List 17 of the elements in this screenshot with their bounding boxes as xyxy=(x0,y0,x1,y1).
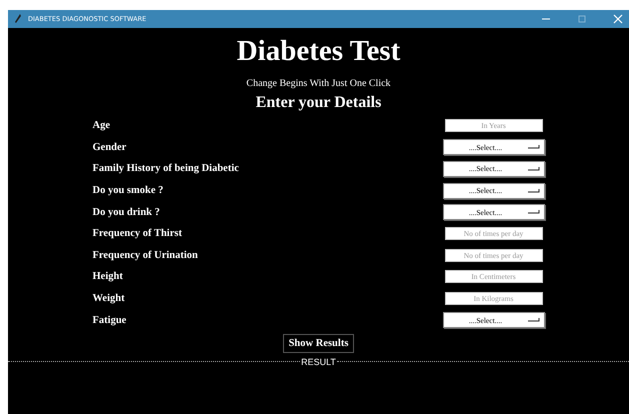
field-label: Do you drink ? xyxy=(92,206,160,218)
app-heading: Diabetes Test xyxy=(236,34,400,68)
feather-icon xyxy=(14,14,22,24)
field-label: Frequency of Thirst xyxy=(92,228,182,240)
field-label: Age xyxy=(92,120,110,132)
field-label: Fatigue xyxy=(92,314,126,326)
field-label: Height xyxy=(92,271,123,282)
field-label: Family History of being Diabetic xyxy=(92,163,239,174)
field-label: Do you smoke ? xyxy=(92,185,164,196)
result-label: RESULT xyxy=(300,356,337,367)
close-icon[interactable] xyxy=(613,14,623,24)
tagline: Change Begins With Just One Click xyxy=(246,78,391,89)
field-label: Gender xyxy=(92,142,126,153)
field-label: Frequency of Urination xyxy=(92,250,198,261)
form-title: Enter your Details xyxy=(256,94,382,112)
field-label: Weight xyxy=(92,293,125,304)
show-results-button[interactable]: Show Results xyxy=(282,334,354,353)
